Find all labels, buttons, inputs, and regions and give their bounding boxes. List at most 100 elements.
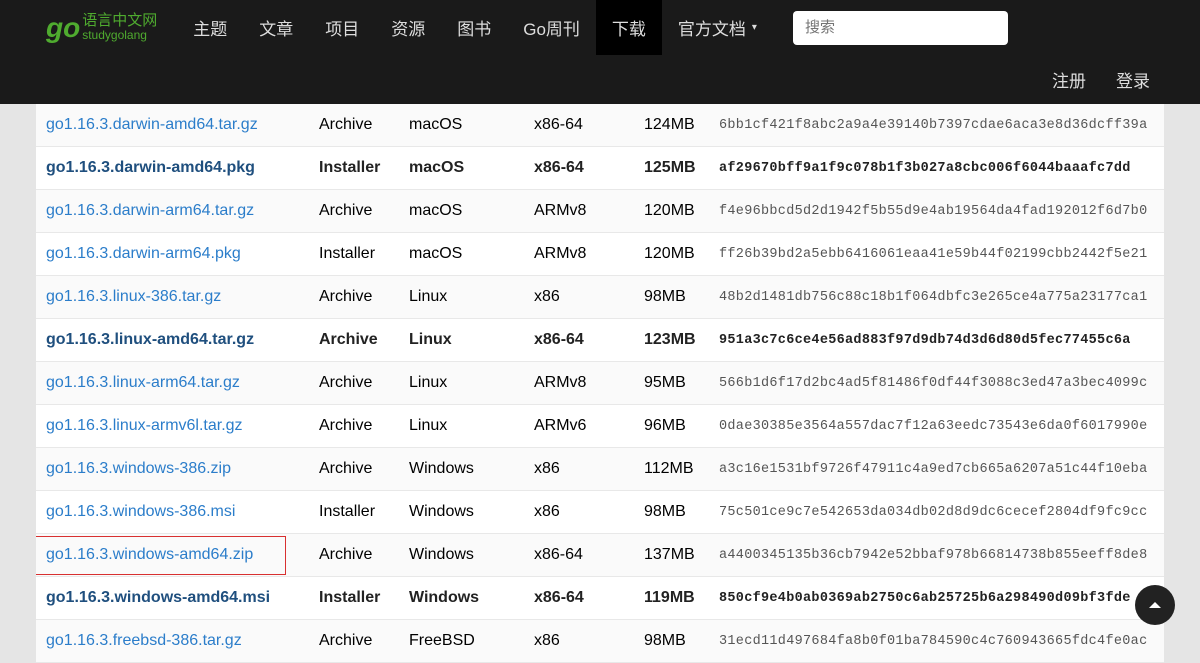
table-row: go1.16.3.darwin-amd64.tar.gzArchivemacOS… bbox=[36, 104, 1164, 147]
cell-sha: 48b2d1481db756c88c18b1f064dbfc3e265ce4a7… bbox=[711, 276, 1164, 319]
cell-sha: 75c501ce9c7e542653da034db02d8d9dc6cecef2… bbox=[711, 491, 1164, 534]
cell-filename: go1.16.3.linux-arm64.tar.gz bbox=[36, 362, 311, 405]
cell-arch: x86-64 bbox=[526, 319, 636, 362]
cell-size: 123MB bbox=[636, 319, 711, 362]
cell-sha: ff26b39bd2a5ebb6416061eaa41e59b44f02199c… bbox=[711, 233, 1164, 276]
cell-os: Linux bbox=[401, 362, 526, 405]
cell-filename: go1.16.3.darwin-amd64.pkg bbox=[36, 147, 311, 190]
cell-sha: f4e96bbcd5d2d1942f5b55d9e4ab19564da4fad1… bbox=[711, 190, 1164, 233]
download-link[interactable]: go1.16.3.linux-386.tar.gz bbox=[46, 288, 221, 305]
cell-kind: Archive bbox=[311, 534, 401, 577]
cell-filename: go1.16.3.linux-armv6l.tar.gz bbox=[36, 405, 311, 448]
cell-filename: go1.16.3.darwin-amd64.tar.gz bbox=[36, 104, 311, 147]
download-link[interactable]: go1.16.3.windows-amd64.msi bbox=[46, 589, 270, 606]
navbar-auth: 注册 登录 bbox=[0, 55, 1200, 104]
cell-size: 96MB bbox=[636, 405, 711, 448]
cell-kind: Archive bbox=[311, 190, 401, 233]
cell-sha: af29670bff9a1f9c078b1f3b027a8cbc006f6044… bbox=[711, 147, 1164, 190]
nav-item-3[interactable]: 资源 bbox=[375, 0, 441, 55]
table-row: go1.16.3.freebsd-386.tar.gzArchiveFreeBS… bbox=[36, 620, 1164, 663]
cell-kind: Installer bbox=[311, 577, 401, 620]
caret-down-icon: ▾ bbox=[752, 22, 757, 33]
nav-item-label: 文章 bbox=[259, 15, 293, 40]
cell-filename: go1.16.3.windows-386.msi bbox=[36, 491, 311, 534]
table-row: go1.16.3.darwin-arm64.tar.gz ArchivemacOS… bbox=[36, 190, 1164, 233]
download-link[interactable]: go1.16.3.darwin-arm64.pkg bbox=[46, 245, 241, 262]
cell-size: 119MB bbox=[636, 577, 711, 620]
logo-en-text: studygolang bbox=[82, 29, 157, 42]
table-row: go1.16.3.darwin-arm64.pkgInstallermacOSA… bbox=[36, 233, 1164, 276]
nav-item-label: 项目 bbox=[325, 15, 359, 40]
cell-kind: Archive bbox=[311, 448, 401, 491]
nav-item-0[interactable]: 主题 bbox=[177, 0, 243, 55]
cell-size: 125MB bbox=[636, 147, 711, 190]
cell-os: macOS bbox=[401, 190, 526, 233]
cell-arch: x86-64 bbox=[526, 147, 636, 190]
cell-kind: Archive bbox=[311, 362, 401, 405]
cell-sha: 951a3c7c6ce4e56ad883f97d9db74d3d6d80d5fe… bbox=[711, 319, 1164, 362]
download-link[interactable]: go1.16.3.windows-amd64.zip bbox=[46, 546, 253, 563]
table-row: go1.16.3.linux-386.tar.gzArchiveLinuxx86… bbox=[36, 276, 1164, 319]
cell-os: Linux bbox=[401, 319, 526, 362]
cell-sha: 850cf9e4b0ab0369ab2750c6ab25725b6a298490… bbox=[711, 577, 1164, 620]
register-link[interactable]: 注册 bbox=[1052, 67, 1086, 92]
download-link[interactable]: go1.16.3.linux-amd64.tar.gz bbox=[46, 331, 254, 348]
nav-item-label: 图书 bbox=[457, 15, 491, 40]
download-link[interactable]: go1.16.3.darwin-amd64.pkg bbox=[46, 159, 255, 176]
cell-os: macOS bbox=[401, 104, 526, 147]
cell-os: Linux bbox=[401, 405, 526, 448]
cell-kind: Archive bbox=[311, 319, 401, 362]
table-row: go1.16.3.linux-amd64.tar.gz ArchiveLinuxx… bbox=[36, 319, 1164, 362]
download-link[interactable]: go1.16.3.linux-arm64.tar.gz bbox=[46, 374, 240, 391]
cell-size: 120MB bbox=[636, 233, 711, 276]
cell-os: Windows bbox=[401, 577, 526, 620]
cell-kind: Installer bbox=[311, 491, 401, 534]
cell-filename: go1.16.3.windows-amd64.zip bbox=[36, 534, 311, 577]
search-input[interactable] bbox=[793, 11, 1008, 45]
nav-item-4[interactable]: 图书 bbox=[441, 0, 507, 55]
cell-sha: 31ecd11d497684fa8b0f01ba784590c4c7609436… bbox=[711, 620, 1164, 663]
cell-filename: go1.16.3.darwin-arm64.tar.gz bbox=[36, 190, 311, 233]
cell-size: 124MB bbox=[636, 104, 711, 147]
cell-filename: go1.16.3.linux-386.tar.gz bbox=[36, 276, 311, 319]
scroll-top-button[interactable] bbox=[1135, 585, 1175, 625]
cell-kind: Archive bbox=[311, 276, 401, 319]
download-link[interactable]: go1.16.3.darwin-amd64.tar.gz bbox=[46, 116, 258, 133]
cell-filename: go1.16.3.darwin-arm64.pkg bbox=[36, 233, 311, 276]
cell-kind: Archive bbox=[311, 405, 401, 448]
nav-item-label: Go周刊 bbox=[523, 15, 580, 40]
cell-sha: 6bb1cf421f8abc2a9a4e39140b7397cdae6aca3e… bbox=[711, 104, 1164, 147]
nav-item-2[interactable]: 项目 bbox=[309, 0, 375, 55]
cell-filename: go1.16.3.windows-amd64.msi bbox=[36, 577, 311, 620]
cell-os: Windows bbox=[401, 491, 526, 534]
download-link[interactable]: go1.16.3.freebsd-386.tar.gz bbox=[46, 632, 242, 649]
nav-links: 主题文章 项目 资源 图书 Go周刊下载官方文档▾ bbox=[177, 0, 773, 55]
login-link[interactable]: 登录 bbox=[1116, 67, 1150, 92]
cell-arch: ARMv8 bbox=[526, 190, 636, 233]
cell-size: 112MB bbox=[636, 448, 711, 491]
search-box bbox=[793, 11, 1008, 45]
cell-arch: x86-64 bbox=[526, 534, 636, 577]
table-row: go1.16.3.linux-armv6l.tar.gz ArchiveLinux… bbox=[36, 405, 1164, 448]
cell-arch: ARMv8 bbox=[526, 233, 636, 276]
cell-arch: x86 bbox=[526, 276, 636, 319]
cell-sha: 566b1d6f17d2bc4ad5f81486f0df44f3088c3ed4… bbox=[711, 362, 1164, 405]
nav-item-6[interactable]: 下载 bbox=[596, 0, 662, 55]
cell-os: Windows bbox=[401, 534, 526, 577]
download-link[interactable]: go1.16.3.linux-armv6l.tar.gz bbox=[46, 417, 243, 434]
table-row: go1.16.3.windows-amd64.msi InstallerWindo… bbox=[36, 577, 1164, 620]
download-link[interactable]: go1.16.3.windows-386.zip bbox=[46, 460, 231, 477]
logo[interactable]: go 语言中文网 studygolang bbox=[46, 12, 157, 44]
cell-size: 98MB bbox=[636, 620, 711, 663]
download-link[interactable]: go1.16.3.darwin-arm64.tar.gz bbox=[46, 202, 254, 219]
nav-item-5[interactable]: Go周刊 bbox=[507, 0, 596, 55]
nav-item-1[interactable]: 文章 bbox=[243, 0, 309, 55]
main-content: go1.16.3.darwin-amd64.tar.gzArchivemacOS… bbox=[36, 104, 1164, 663]
cell-sha: a3c16e1531bf9726f47911c4a9ed7cb665a6207a… bbox=[711, 448, 1164, 491]
nav-item-label: 资源 bbox=[391, 15, 425, 40]
cell-sha: 0dae30385e3564a557dac7f12a63eedc73543e6d… bbox=[711, 405, 1164, 448]
download-link[interactable]: go1.16.3.windows-386.msi bbox=[46, 503, 235, 520]
cell-size: 95MB bbox=[636, 362, 711, 405]
downloads-table: go1.16.3.darwin-amd64.tar.gzArchivemacOS… bbox=[36, 104, 1164, 663]
nav-item-7[interactable]: 官方文档▾ bbox=[662, 0, 773, 55]
